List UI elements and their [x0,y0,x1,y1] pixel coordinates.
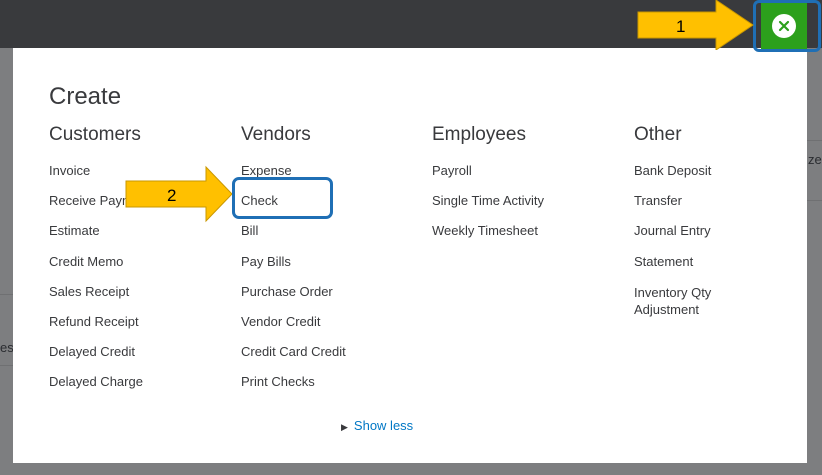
customers-heading: Customers [49,124,141,145]
menu-item-sales-receipt[interactable]: Sales Receipt [49,284,151,314]
annotation-arrow-1-label: 1 [676,17,685,36]
menu-item-credit-card-credit[interactable]: Credit Card Credit [241,344,346,374]
other-column: Other Bank Deposit Transfer Journal Entr… [634,124,744,317]
bg-text-fragment: es [0,340,14,355]
menu-item-single-time-activity[interactable]: Single Time Activity [432,193,544,223]
menu-item-vendor-credit[interactable]: Vendor Credit [241,314,346,344]
menu-item-statement[interactable]: Statement [634,254,744,284]
menu-item-payroll[interactable]: Payroll [432,163,544,193]
menu-item-purchase-order[interactable]: Purchase Order [241,284,346,314]
create-title: Create [49,83,122,110]
menu-item-journal-entry[interactable]: Journal Entry [634,223,744,253]
menu-item-pay-bills[interactable]: Pay Bills [241,254,346,284]
menu-item-bank-deposit[interactable]: Bank Deposit [634,163,744,193]
menu-item-credit-memo[interactable]: Credit Memo [49,254,151,284]
vendors-heading: Vendors [241,124,311,145]
menu-item-transfer[interactable]: Transfer [634,193,744,223]
menu-item-inventory-qty-adjustment[interactable]: Inventory Qty Adjustment [634,284,744,317]
vendors-column: Vendors Expense Check Bill Pay Bills Pur… [241,124,346,405]
annotation-highlight-box-1 [753,0,821,52]
menu-item-weekly-timesheet[interactable]: Weekly Timesheet [432,223,544,253]
other-heading: Other [634,124,682,145]
bg-divider [0,294,13,295]
menu-item-estimate[interactable]: Estimate [49,223,151,253]
annotation-highlight-box-2 [232,177,333,219]
bg-divider [807,200,822,201]
bg-divider [807,140,822,141]
employees-heading: Employees [432,124,526,145]
employees-column: Employees Payroll Single Time Activity W… [432,124,544,254]
menu-item-delayed-charge[interactable]: Delayed Charge [49,374,151,404]
show-less-link[interactable]: ▶ Show less [341,418,413,433]
annotation-arrow-2-label: 2 [167,186,176,205]
bg-divider [0,365,13,366]
menu-item-print-checks[interactable]: Print Checks [241,374,346,404]
annotation-arrow-2: 2 [125,165,233,223]
create-menu-panel: Create Customers Invoice Receive Payment… [13,48,807,463]
menu-item-bill[interactable]: Bill [241,223,346,253]
menu-item-refund-receipt[interactable]: Refund Receipt [49,314,151,344]
caret-right-icon: ▶ [341,422,348,432]
show-less-label: Show less [353,418,414,433]
annotation-arrow-1: 1 [637,0,754,50]
menu-item-delayed-credit[interactable]: Delayed Credit [49,344,151,374]
bg-text-fragment: ze [808,152,822,167]
